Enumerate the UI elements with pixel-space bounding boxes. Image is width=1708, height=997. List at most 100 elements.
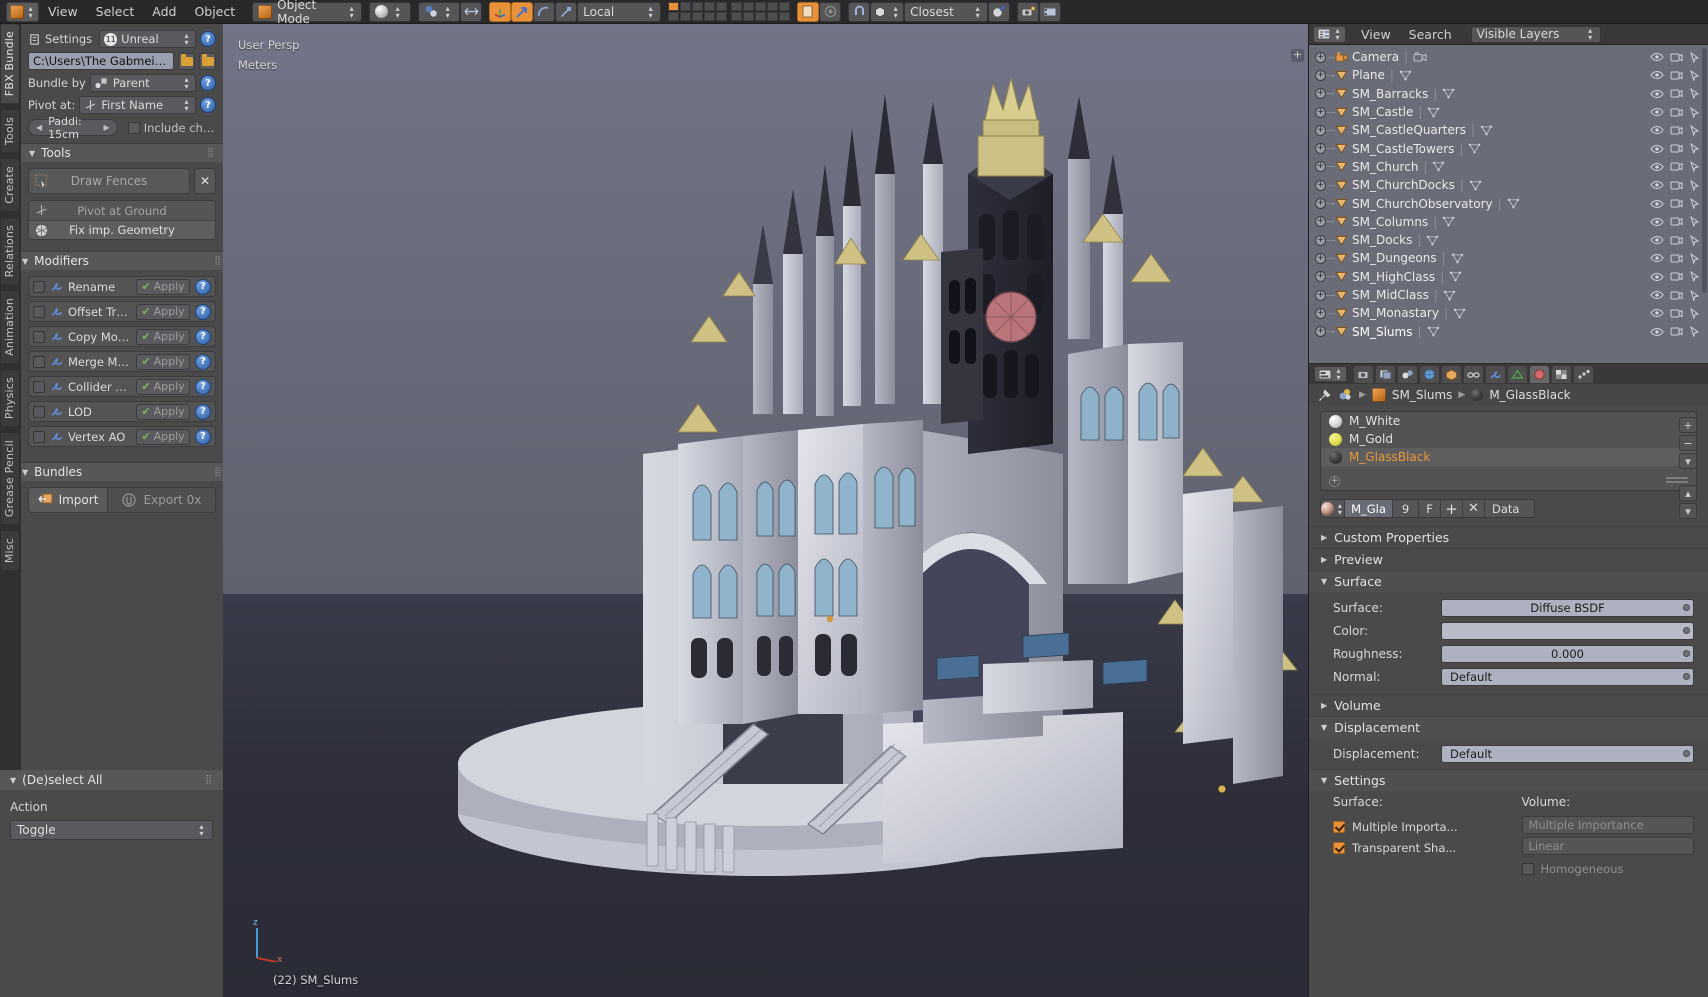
render-visibility-icon[interactable] <box>1670 271 1683 282</box>
modifier-enable-checkbox[interactable] <box>33 430 45 443</box>
snap-toggle-button[interactable] <box>848 1 871 22</box>
interaction-mode-dropdown[interactable]: Object Mode ▴ ▾ <box>252 0 363 26</box>
viewport-expand-panel-button[interactable]: + <box>1291 49 1304 62</box>
visibility-eye-icon[interactable] <box>1650 327 1664 337</box>
pivot-point-dropdown[interactable]: ▴ ▾ <box>418 1 461 22</box>
selectability-icon[interactable] <box>1689 106 1701 118</box>
modifier-apply-button[interactable]: ✔ Apply <box>136 328 190 345</box>
remove-material-slot-button[interactable]: − <box>1679 435 1697 451</box>
fake-user-button[interactable]: F <box>1419 500 1441 517</box>
outliner-menu-view[interactable]: View <box>1352 24 1400 44</box>
selectability-icon[interactable] <box>1689 143 1701 155</box>
help-icon[interactable]: ? <box>200 31 216 47</box>
visibility-eye-icon[interactable] <box>1650 290 1664 300</box>
multiple-importance-volume-box[interactable]: Multiple Importance <box>1521 816 1694 834</box>
scale-manipulator-button[interactable] <box>555 1 578 22</box>
render-visibility-icon[interactable] <box>1670 198 1683 209</box>
pivot-at-dropdown[interactable]: First Name ▴ ▾ <box>79 96 196 114</box>
render-layer-button[interactable] <box>819 1 842 22</box>
expand-toggle-icon[interactable]: + <box>1315 326 1326 338</box>
selectability-icon[interactable] <box>1689 198 1701 210</box>
outliner-row[interactable]: + SM_ChurchDocks | <box>1309 176 1708 194</box>
material-slot-list[interactable]: M_White M_Gold M_GlassBlack + <box>1320 411 1697 491</box>
visibility-eye-icon[interactable] <box>1650 217 1664 227</box>
help-icon[interactable]: ? <box>195 403 211 420</box>
outliner-menu-search[interactable]: Search <box>1400 24 1461 44</box>
visibility-eye-icon[interactable] <box>1650 272 1664 282</box>
help-icon[interactable]: ? <box>195 353 211 370</box>
3d-viewport[interactable]: User Persp Meters + z x (22) SM_Slums <box>223 24 1308 997</box>
pivot-at-ground-button[interactable]: Pivot at Ground <box>29 201 215 220</box>
browse-material-button[interactable]: ▴ ▾ <box>1321 500 1345 517</box>
selectability-icon[interactable] <box>1689 307 1701 319</box>
modifier-apply-button[interactable]: ✔ Apply <box>136 303 190 320</box>
render-visibility-icon[interactable] <box>1670 253 1683 264</box>
visibility-eye-icon[interactable] <box>1650 199 1664 209</box>
tab-render-layers[interactable] <box>1376 365 1395 383</box>
modifier-apply-button[interactable]: ✔ Apply <box>136 278 190 295</box>
selectability-icon[interactable] <box>1689 234 1701 246</box>
transparent-shadows-checkbox[interactable] <box>1333 841 1345 854</box>
transform-orientation-dropdown[interactable]: Local ▴ ▾ <box>577 1 662 22</box>
preset-dropdown[interactable]: 11 Unreal ▴ ▾ <box>99 30 196 48</box>
render-visibility-icon[interactable] <box>1670 326 1683 337</box>
snap-element-dropdown[interactable]: ▴ ▾ <box>870 1 905 22</box>
volume-sampling-dropdown[interactable]: Linear <box>1521 837 1694 855</box>
chevron-left-icon[interactable]: ◀ <box>36 123 42 132</box>
editor-type-selector[interactable]: ▴ ▾ <box>6 1 39 22</box>
help-icon[interactable]: ? <box>200 97 216 113</box>
expand-toggle-icon[interactable]: + <box>1315 216 1326 228</box>
outliner-row[interactable]: + SM_CastleTowers | <box>1309 139 1708 157</box>
visibility-eye-icon[interactable] <box>1650 235 1664 245</box>
chevron-right-icon[interactable]: ▶ <box>104 123 110 132</box>
render-visibility-icon[interactable] <box>1670 143 1683 154</box>
expand-toggle-icon[interactable]: + <box>1315 51 1326 63</box>
menu-view[interactable]: View <box>39 2 87 22</box>
scene-browse-button[interactable] <box>797 1 820 22</box>
selectability-icon[interactable] <box>1689 252 1701 264</box>
selectability-icon[interactable] <box>1689 51 1701 63</box>
selectability-icon[interactable] <box>1689 124 1701 136</box>
modifier-enable-checkbox[interactable] <box>33 380 45 393</box>
modifier-row[interactable]: Collider Mesh ✔Apply? <box>28 376 216 397</box>
tab-texture-properties[interactable] <box>1552 365 1571 383</box>
render-animation-button[interactable] <box>1039 1 1062 22</box>
material-name-field[interactable]: M_Gla <box>1345 500 1393 517</box>
section-displacement[interactable]: ▼ Displacement <box>1309 716 1708 738</box>
selectability-icon[interactable] <box>1689 69 1701 81</box>
color-swatch[interactable] <box>1441 621 1694 640</box>
help-icon[interactable]: ? <box>200 75 216 91</box>
visibility-eye-icon[interactable] <box>1650 162 1664 172</box>
displacement-dropdown[interactable]: Default <box>1441 744 1694 763</box>
help-icon[interactable]: ? <box>195 303 211 320</box>
action-dropdown[interactable]: Toggle ▴ ▾ <box>10 820 213 840</box>
outliner-row[interactable]: + SM_Church | <box>1309 158 1708 176</box>
render-visibility-icon[interactable] <box>1670 161 1683 172</box>
homogeneous-checkbox[interactable] <box>1521 862 1534 875</box>
outliner-row[interactable]: + Camera | <box>1309 48 1708 66</box>
move-slot-up-button[interactable]: ▴ <box>1679 485 1697 501</box>
pin-icon[interactable] <box>1318 388 1332 402</box>
material-slot-row[interactable]: M_GlassBlack <box>1321 448 1696 466</box>
outliner-scrollbar[interactable] <box>1702 48 1707 338</box>
modifier-row[interactable]: Vertex AO ✔ Apply? <box>28 426 216 447</box>
outliner-editor-type-button[interactable]: ▴ ▾ <box>1313 25 1346 43</box>
modifier-row[interactable]: Merge Mesh ✔ Apply? <box>28 351 216 372</box>
render-visibility-icon[interactable] <box>1670 235 1683 246</box>
include-children-checkbox[interactable] <box>127 121 140 134</box>
material-slot-specials-button[interactable]: ▾ <box>1679 453 1697 469</box>
modifier-apply-button[interactable]: ✔ Apply <box>136 428 190 445</box>
modifier-apply-button[interactable]: ✔ Apply <box>136 378 190 395</box>
selectability-icon[interactable] <box>1689 289 1701 301</box>
help-icon[interactable]: ? <box>195 378 211 395</box>
normal-dropdown[interactable]: Default <box>1441 667 1694 686</box>
move-manipulator-button[interactable] <box>511 1 534 22</box>
material-slot-row[interactable]: M_Gold <box>1321 430 1696 448</box>
surface-shader-dropdown[interactable]: Diffuse BSDF <box>1441 598 1694 617</box>
draw-fences-button[interactable]: Draw Fences <box>28 168 190 194</box>
render-visibility-icon[interactable] <box>1670 125 1683 136</box>
expand-toggle-icon[interactable]: + <box>1315 143 1326 155</box>
tab-constraints-properties[interactable] <box>1464 365 1483 383</box>
visibility-eye-icon[interactable] <box>1650 70 1664 80</box>
move-slot-down-button[interactable]: ▾ <box>1679 503 1697 519</box>
